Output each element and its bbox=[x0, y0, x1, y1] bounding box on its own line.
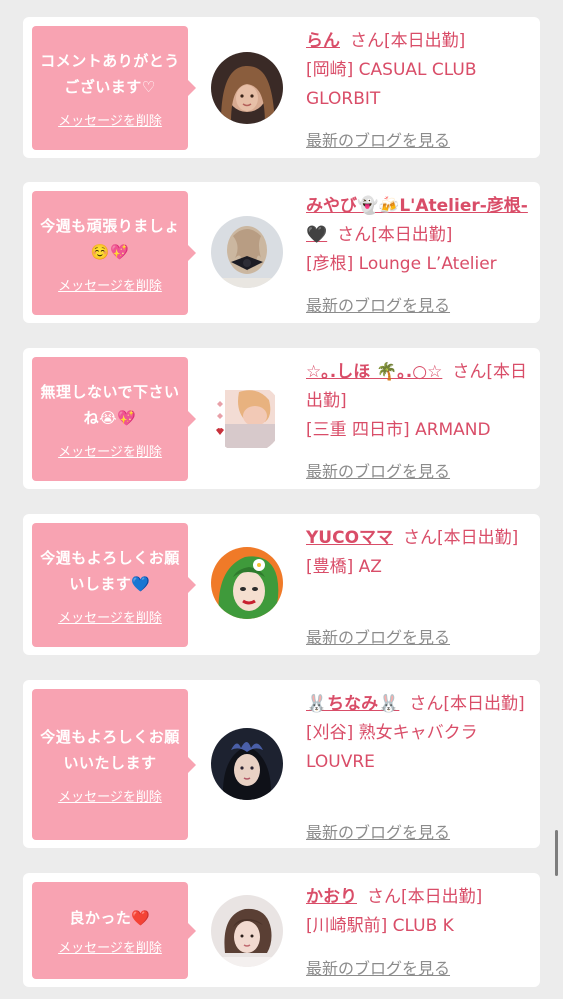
cast-info: らん さん[本日出勤] [岡崎] CASUAL CLUB GLORBIT bbox=[306, 27, 528, 114]
shop-name: [三重 四日市] ARMAND bbox=[306, 420, 491, 440]
latest-blog-link[interactable]: 最新のブログを見る bbox=[306, 955, 450, 979]
cast-name-link[interactable]: かおり bbox=[306, 887, 357, 907]
avatar[interactable] bbox=[211, 216, 283, 288]
delete-message-link[interactable]: メッセージを削除 bbox=[58, 937, 162, 956]
shop-name: [彦根] Lounge L’Atelier bbox=[306, 254, 497, 274]
message-card: 今週もよろしくお願いします💙 メッセージを削除 YUCOママ さん[本日出勤] [… bbox=[23, 514, 540, 655]
avatar-photo bbox=[211, 216, 283, 288]
cast-name-link[interactable]: ☆｡.しほ 🌴｡.○☆ bbox=[306, 362, 442, 382]
avatar-photo bbox=[211, 382, 283, 454]
message-card: 今週も頑張りましょ☺️💖 メッセージを削除 みやび👻🍻L'Atelier-彦根-… bbox=[23, 182, 540, 323]
message-text: 今週もよろしくお願いします💙 bbox=[40, 548, 180, 593]
message-bubble: 良かった❤️ メッセージを削除 bbox=[32, 882, 196, 979]
avatar-photo bbox=[211, 895, 283, 967]
delete-message-link[interactable]: メッセージを削除 bbox=[58, 607, 162, 626]
message-bubble: 無理しないで下さいね😭💖 メッセージを削除 bbox=[32, 357, 196, 481]
message-bubble: 今週も頑張りましょ☺️💖 メッセージを削除 bbox=[32, 191, 196, 315]
message-card: 良かった❤️ メッセージを削除 かおり さん[本日出勤] [川崎駅前] CLUB … bbox=[23, 873, 540, 987]
cast-name-link[interactable]: YUCOママ bbox=[306, 528, 393, 548]
attendance-status: さん[本日出勤] bbox=[337, 225, 453, 245]
attendance-status: さん[本日出勤] bbox=[367, 887, 483, 907]
delete-message-link[interactable]: メッセージを削除 bbox=[58, 441, 162, 460]
latest-blog-link[interactable]: 最新のブログを見る bbox=[306, 624, 450, 648]
avatar-photo bbox=[211, 728, 283, 800]
cast-name-link[interactable]: 🐰ちなみ🐰 bbox=[306, 694, 399, 714]
delete-message-link[interactable]: メッセージを削除 bbox=[58, 110, 162, 129]
shop-name: [川崎駅前] CLUB K bbox=[306, 916, 454, 936]
cast-info: 🐰ちなみ🐰 さん[本日出勤] [刈谷] 熟女キャバクラ LOUVRE bbox=[306, 690, 528, 777]
message-card: 今週もよろしくお願いいたします メッセージを削除 🐰ちなみ🐰 さん[本日出勤] [… bbox=[23, 680, 540, 848]
cast-info: みやび👻🍻L'Atelier-彦根-🖤 さん[本日出勤] [彦根] Lounge … bbox=[306, 192, 528, 279]
cast-info: YUCOママ さん[本日出勤] [豊橋] AZ bbox=[306, 524, 528, 582]
attendance-status: さん[本日出勤] bbox=[409, 694, 525, 714]
latest-blog-link[interactable]: 最新のブログを見る bbox=[306, 127, 450, 151]
shop-name: [岡崎] CASUAL CLUB GLORBIT bbox=[306, 60, 477, 109]
message-bubble: コメントありがとうございます♡ メッセージを削除 bbox=[32, 26, 196, 150]
cast-info: かおり さん[本日出勤] [川崎駅前] CLUB K bbox=[306, 883, 528, 941]
avatar[interactable] bbox=[211, 547, 283, 619]
message-text: コメントありがとうございます♡ bbox=[40, 51, 180, 96]
avatar-photo bbox=[211, 52, 283, 124]
delete-message-link[interactable]: メッセージを削除 bbox=[58, 275, 162, 294]
message-text: 無理しないで下さいね😭💖 bbox=[40, 382, 180, 427]
message-bubble: 今週もよろしくお願いします💙 メッセージを削除 bbox=[32, 523, 196, 647]
message-card: コメントありがとうございます♡ メッセージを削除 らん さん[本日出勤] [岡崎]… bbox=[23, 17, 540, 158]
message-text: 今週も頑張りましょ☺️💖 bbox=[40, 216, 180, 261]
avatar-photo bbox=[211, 547, 283, 619]
avatar[interactable] bbox=[211, 52, 283, 124]
message-text: 良かった❤️ bbox=[69, 909, 151, 927]
latest-blog-link[interactable]: 最新のブログを見る bbox=[306, 819, 450, 843]
attendance-status: さん[本日出勤] bbox=[350, 31, 466, 51]
message-bubble: 今週もよろしくお願いいたします メッセージを削除 bbox=[32, 689, 196, 840]
delete-message-link[interactable]: メッセージを削除 bbox=[58, 786, 162, 805]
cast-info: ☆｡.しほ 🌴｡.○☆ さん[本日出勤] [三重 四日市] ARMAND bbox=[306, 358, 528, 445]
attendance-status: さん[本日出勤] bbox=[403, 528, 519, 548]
latest-blog-link[interactable]: 最新のブログを見る bbox=[306, 292, 450, 316]
avatar[interactable] bbox=[211, 895, 283, 967]
cast-name-link[interactable]: らん bbox=[306, 31, 340, 51]
shop-name: [刈谷] 熟女キャバクラ LOUVRE bbox=[306, 723, 478, 772]
message-card: 無理しないで下さいね😭💖 メッセージを削除 ☆｡.しほ 🌴｡.○☆ さん[本日出勤… bbox=[23, 348, 540, 489]
shop-name: [豊橋] AZ bbox=[306, 557, 382, 577]
message-text: 今週もよろしくお願いいたします bbox=[40, 728, 180, 772]
avatar[interactable] bbox=[211, 728, 283, 800]
latest-blog-link[interactable]: 最新のブログを見る bbox=[306, 458, 450, 482]
scrollbar[interactable] bbox=[555, 830, 558, 876]
avatar[interactable] bbox=[211, 382, 283, 454]
